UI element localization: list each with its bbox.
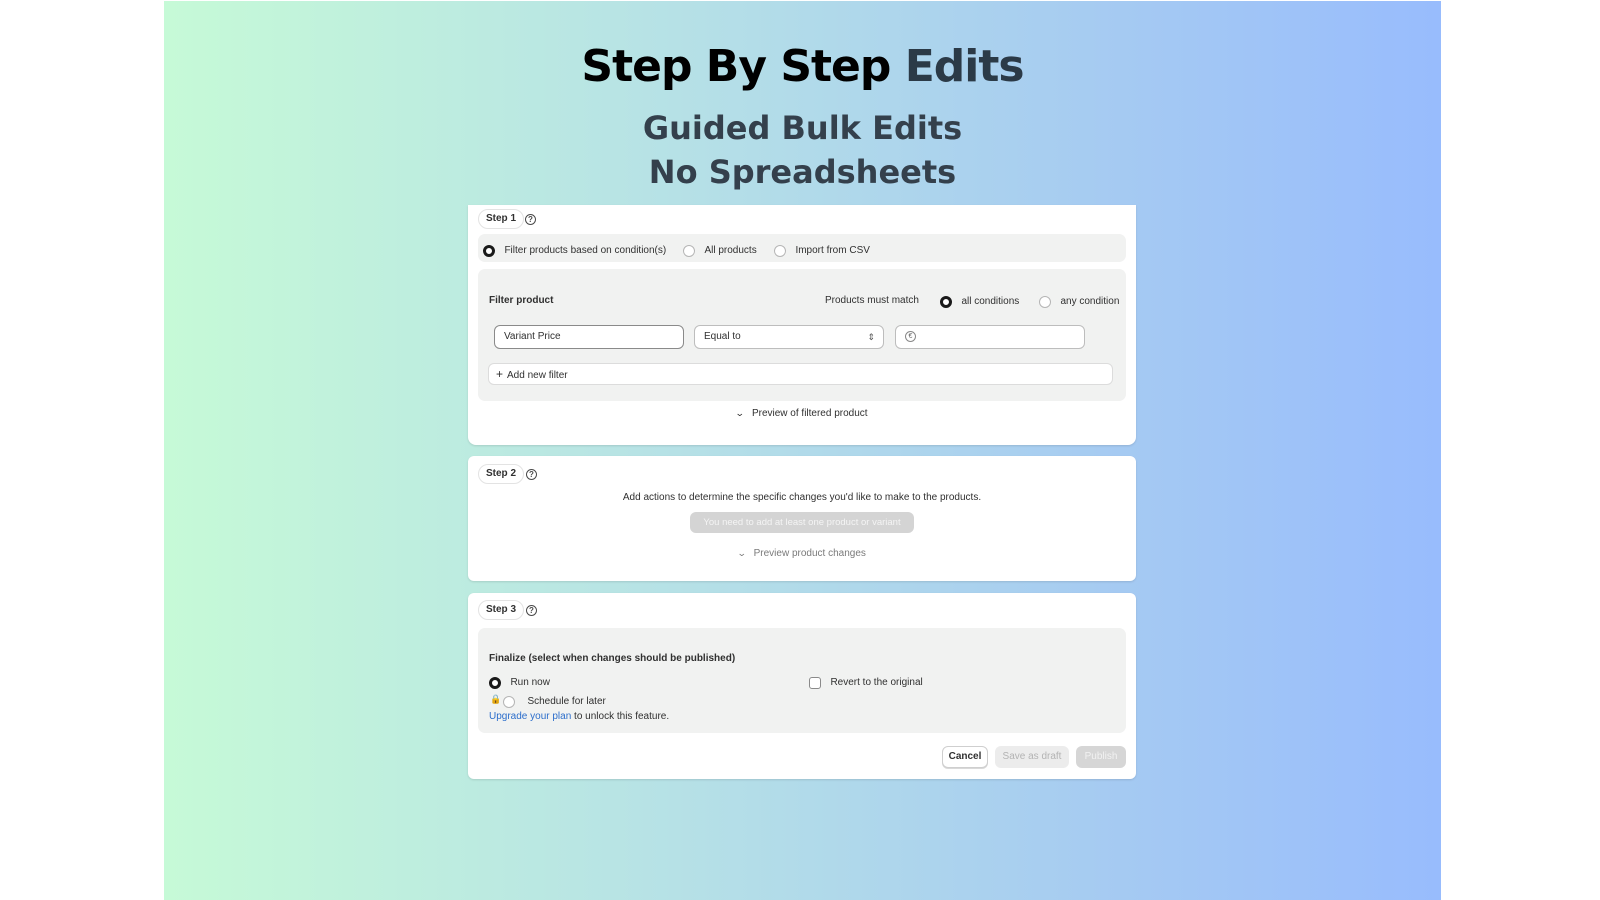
- step3-card: Step 3 ? Finalize (select when changes s…: [468, 593, 1136, 779]
- finalize-title: Finalize (select when changes should be …: [489, 653, 736, 664]
- add-product-disabled-button[interactable]: You need to add at least one product or …: [690, 512, 914, 533]
- radio-all-conditions[interactable]: [940, 295, 952, 308]
- option-all-products-label: All products: [704, 245, 757, 257]
- preview-product-changes-toggle[interactable]: ⌄ Preview product changes: [468, 548, 1136, 559]
- save-draft-button[interactable]: Save as draft: [995, 746, 1069, 768]
- preview-filtered-label: Preview of filtered product: [751, 408, 868, 419]
- radio-import-csv[interactable]: [774, 244, 786, 257]
- select-chevrons-icon: ⇕: [867, 332, 875, 342]
- option-import-csv[interactable]: Import from CSV: [774, 242, 870, 260]
- run-now-label: Run now: [510, 677, 550, 689]
- filter-field-value: Variant Price: [504, 331, 561, 342]
- radio-schedule-later[interactable]: [503, 695, 515, 708]
- match-all-conditions-label: all conditions: [961, 296, 1020, 308]
- plus-icon: +: [496, 367, 504, 381]
- radio-all-products[interactable]: [683, 244, 695, 257]
- radio-run-now[interactable]: [489, 676, 501, 689]
- step1-badge: Step 1: [478, 209, 525, 229]
- schedule-later-option[interactable]: Schedule for later: [503, 693, 606, 711]
- source-option-group: Filter products based on condition(s) Al…: [478, 234, 1126, 262]
- hero-title-main: Step By Step: [581, 41, 891, 92]
- option-filter-products[interactable]: Filter products based on condition(s): [483, 242, 666, 260]
- hero-title: Step By Step Edits: [164, 41, 1441, 92]
- revert-original-label: Revert to the original: [830, 677, 923, 689]
- option-import-csv-label: Import from CSV: [795, 245, 870, 257]
- hero-subtitle-1: Guided Bulk Edits: [642, 109, 963, 147]
- hero-title-accent: Edits: [904, 41, 1025, 92]
- schedule-later-label: Schedule for later: [527, 696, 606, 708]
- publish-button[interactable]: Publish: [1076, 746, 1126, 768]
- upgrade-suffix: to unlock this feature.: [571, 711, 670, 722]
- step3-badge: Step 3: [478, 600, 525, 620]
- operator-select[interactable]: Equal to ⇕: [694, 325, 884, 349]
- checkbox-revert-original[interactable]: [809, 676, 821, 689]
- match-any-condition[interactable]: any condition: [1039, 293, 1119, 311]
- step2-badge: Step 2: [478, 464, 525, 484]
- add-new-filter-button[interactable]: + Add new filter: [488, 363, 1113, 385]
- hero-subtitle-2: No Spreadsheets: [648, 153, 957, 191]
- upgrade-notice: Upgrade your plan to unlock this feature…: [489, 711, 669, 722]
- cancel-button[interactable]: Cancel: [942, 746, 988, 768]
- filter-field-select[interactable]: Variant Price: [494, 325, 684, 349]
- preview-changes-label: Preview product changes: [753, 548, 866, 559]
- step2-description: Add actions to determine the specific ch…: [622, 492, 982, 503]
- option-all-products[interactable]: All products: [683, 242, 757, 260]
- match-any-condition-label: any condition: [1060, 296, 1120, 308]
- match-all-conditions[interactable]: all conditions: [940, 293, 1019, 311]
- chevron-down-icon: ⌄: [736, 548, 747, 558]
- currency-symbol: €: [905, 331, 916, 342]
- add-new-filter-label: Add new filter: [507, 370, 568, 381]
- amount-input[interactable]: €: [895, 325, 1085, 349]
- option-filter-products-label: Filter products based on condition(s): [504, 245, 667, 257]
- upgrade-plan-link[interactable]: Upgrade your plan: [489, 711, 571, 722]
- radio-filter-products[interactable]: [483, 244, 495, 257]
- match-label: Products must match: [825, 295, 919, 306]
- question-circle-icon[interactable]: ?: [526, 469, 537, 480]
- lock-icon: 🔒: [490, 694, 502, 704]
- revert-original-option[interactable]: Revert to the original: [809, 674, 923, 692]
- preview-filtered-product-toggle[interactable]: ⌄ Preview of filtered product: [468, 408, 1136, 419]
- radio-any-condition[interactable]: [1039, 295, 1051, 308]
- chevron-down-icon: ⌄: [735, 408, 746, 418]
- filter-product-title: Filter product: [489, 295, 554, 306]
- operator-value: Equal to: [704, 331, 741, 342]
- question-circle-icon[interactable]: ?: [525, 214, 536, 225]
- step1-card: Step 1 ? Filter products based on condit…: [468, 205, 1136, 445]
- step2-card: Step 2 ? Add actions to determine the sp…: [468, 456, 1136, 581]
- run-now-option[interactable]: Run now: [489, 674, 550, 692]
- question-circle-icon[interactable]: ?: [526, 605, 537, 616]
